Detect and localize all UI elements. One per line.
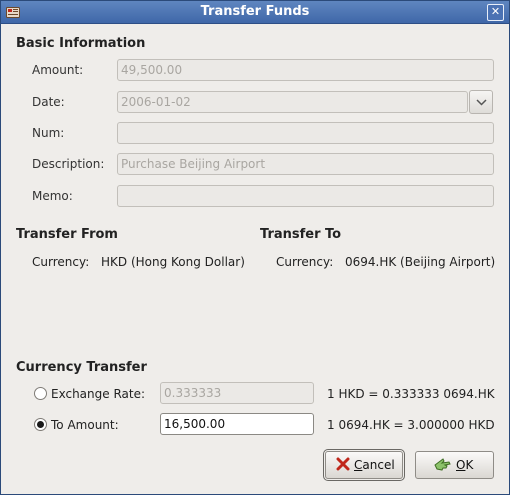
description-field[interactable]: Purchase Beijing Airport xyxy=(117,153,494,175)
to-currency-label: Currency: xyxy=(276,255,334,269)
ok-hand-icon xyxy=(434,458,451,471)
currency-transfer-heading: Currency Transfer xyxy=(16,360,147,375)
basic-information-heading: Basic Information xyxy=(16,36,146,51)
num-label: Num: xyxy=(32,126,65,140)
close-button[interactable]: ✕ xyxy=(487,4,504,21)
ok-label: OK xyxy=(456,458,473,472)
from-currency-value: HKD (Hong Kong Dollar) xyxy=(101,255,245,269)
date-dropdown-button[interactable] xyxy=(469,90,493,114)
exchange-rate-field[interactable]: 0.333333 xyxy=(160,382,314,404)
exchange-rate-radio[interactable] xyxy=(34,387,47,400)
chevron-down-icon xyxy=(476,99,487,106)
memo-field[interactable] xyxy=(117,185,494,207)
to-amount-radio[interactable] xyxy=(34,418,47,431)
transfer-from-heading: Transfer From xyxy=(16,227,118,242)
date-field[interactable]: 2006-01-02 xyxy=(117,91,468,113)
to-currency-value: 0694.HK (Beijing Airport) xyxy=(345,255,496,269)
to-amount-label[interactable]: To Amount: xyxy=(51,418,119,432)
amount-field[interactable]: 49,500.00 xyxy=(117,59,494,81)
transfer-funds-dialog: Transfer Funds ✕ Basic Information Amoun… xyxy=(0,0,510,495)
title-bar[interactable]: Transfer Funds ✕ xyxy=(1,1,509,24)
description-label: Description: xyxy=(32,157,105,171)
to-amount-field[interactable]: 16,500.00 xyxy=(160,413,314,435)
window-title: Transfer Funds xyxy=(200,4,310,19)
num-field[interactable] xyxy=(117,122,494,144)
cancel-button[interactable]: Cancel xyxy=(323,449,405,481)
close-icon: ✕ xyxy=(490,5,501,18)
date-label: Date: xyxy=(32,95,65,109)
ok-rest: K xyxy=(465,458,474,472)
rate-forward-text: 1 HKD = 0.333333 0694.HK xyxy=(327,387,495,401)
cancel-rest: ancel xyxy=(362,458,395,472)
cancel-x-icon xyxy=(336,457,350,471)
from-currency-label: Currency: xyxy=(32,255,90,269)
ok-button[interactable]: OK xyxy=(415,451,494,479)
radio-selected-dot xyxy=(37,421,44,428)
cancel-label: Cancel xyxy=(354,458,395,472)
exchange-rate-label[interactable]: Exchange Rate: xyxy=(51,387,145,401)
rate-reverse-text: 1 0694.HK = 3.000000 HKD xyxy=(327,418,495,432)
transfer-to-heading: Transfer To xyxy=(260,227,342,242)
memo-label: Memo: xyxy=(32,189,73,203)
amount-label: Amount: xyxy=(32,63,84,77)
